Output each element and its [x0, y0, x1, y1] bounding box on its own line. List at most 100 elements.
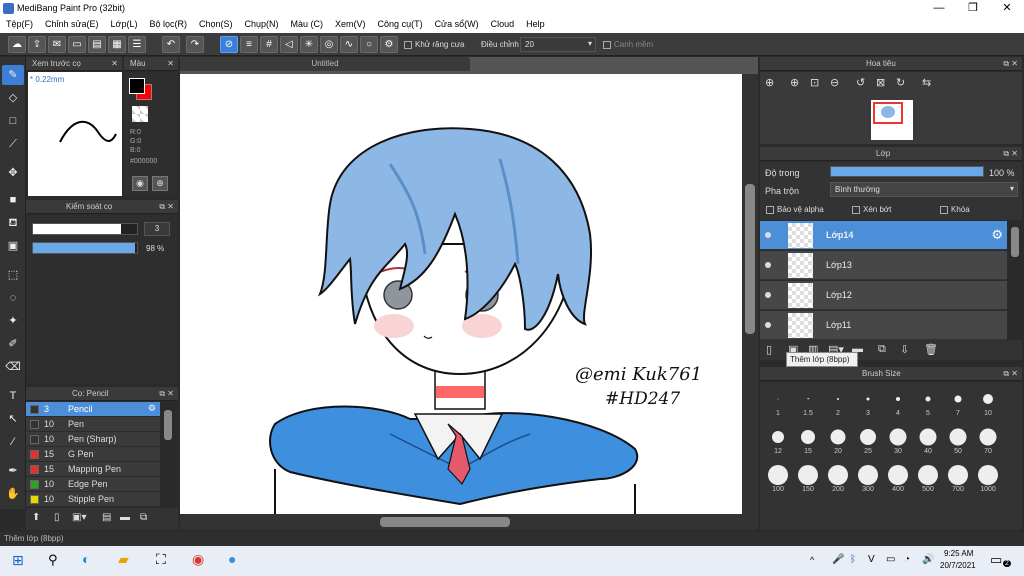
layer-item[interactable]: Lớp13: [760, 251, 1007, 280]
brush-size-cell[interactable]: 5: [913, 386, 943, 417]
menu-help[interactable]: Help: [520, 17, 551, 33]
layer-item[interactable]: Lớp12: [760, 281, 1007, 310]
network-icon[interactable]: ◔: [904, 554, 910, 565]
zoom-plus-icon[interactable]: ⊕: [790, 76, 799, 89]
magic-wand-tool-icon[interactable]: ✦: [2, 311, 24, 331]
brush-size-cell[interactable]: 50: [943, 424, 973, 455]
panel-close-icon[interactable]: ⧉ ✕: [1003, 57, 1018, 71]
layer-item[interactable]: Lớp11: [760, 311, 1007, 340]
brush-settings-icon[interactable]: ▤: [102, 512, 111, 523]
bucket-tool-icon[interactable]: ⛾: [2, 213, 24, 233]
close-button[interactable]: ✕: [990, 0, 1024, 17]
gear-icon[interactable]: ⚙: [148, 403, 156, 414]
visibility-eye-icon[interactable]: [765, 292, 771, 298]
vpn-icon[interactable]: V: [868, 554, 875, 565]
brush-menu-icon[interactable]: ▣▾: [72, 512, 86, 523]
color-picker-icon[interactable]: ⊕: [152, 176, 168, 191]
adjust-dropdown[interactable]: 20 ▾: [520, 37, 596, 52]
brush-size-value[interactable]: 3: [144, 222, 170, 236]
line-tool-icon[interactable]: ⟋: [2, 134, 24, 154]
canvas-h-scrollbar[interactable]: [180, 514, 758, 530]
upload-icon[interactable]: ⇪: [28, 36, 46, 53]
maximize-button[interactable]: ❐: [956, 0, 990, 17]
settings-gear-icon[interactable]: ⚙: [380, 36, 398, 53]
dropper-tool-icon[interactable]: ⁄: [2, 432, 24, 452]
document-icon[interactable]: ▤: [88, 36, 106, 53]
edge-browser-icon[interactable]: ◐: [82, 551, 90, 567]
ellipse-snap-icon[interactable]: ○: [360, 36, 378, 53]
brush-size-cell[interactable]: 1000: [973, 462, 1003, 493]
eraser-tool-icon[interactable]: ◇: [2, 88, 24, 108]
visibility-eye-icon[interactable]: [765, 262, 771, 268]
move-tool-icon[interactable]: ✥: [2, 163, 24, 183]
undo-icon[interactable]: ↶: [162, 36, 180, 53]
list-icon[interactable]: ☰: [128, 36, 146, 53]
hand-tool-icon[interactable]: ✋: [2, 484, 24, 504]
bluetooth-icon[interactable]: ᛒ: [850, 554, 856, 565]
menu-file[interactable]: Tệp(F): [0, 17, 39, 33]
shape-tool-icon[interactable]: □: [2, 111, 24, 131]
minimize-button[interactable]: —: [922, 0, 956, 17]
grid-icon[interactable]: ▦: [108, 36, 126, 53]
brush-size-cell[interactable]: 7: [943, 386, 973, 417]
menu-select[interactable]: Chọn(S): [193, 17, 239, 33]
scrollbar-thumb[interactable]: [164, 410, 172, 440]
brush-size-cell[interactable]: 3: [853, 386, 883, 417]
brush-list-item[interactable]: 15 Mapping Pen: [26, 462, 160, 477]
brush-size-cell[interactable]: 20: [823, 424, 853, 455]
navigator-thumbnail[interactable]: [871, 100, 913, 140]
snap-off-icon[interactable]: ⊘: [220, 36, 238, 53]
brush-size-cell[interactable]: 30: [883, 424, 913, 455]
add-brush-icon[interactable]: ⬆: [32, 512, 40, 523]
curve-snap-icon[interactable]: ∿: [340, 36, 358, 53]
rotate-right-icon[interactable]: ↻: [896, 76, 905, 89]
windows-start-icon[interactable]: ⊞: [12, 552, 24, 569]
layer-item[interactable]: Lớp14 ⚙: [760, 221, 1007, 250]
brush-list-item[interactable]: 10 Pen (Sharp): [26, 432, 160, 447]
scrollbar-thumb[interactable]: [1011, 227, 1019, 257]
trash-icon[interactable]: 🗑: [924, 343, 938, 356]
brush-list-scrollbar[interactable]: [161, 402, 175, 507]
eyedropper-tool-icon[interactable]: ✒: [2, 461, 24, 481]
select-rect-tool-icon[interactable]: ⬚: [2, 265, 24, 285]
gear-icon[interactable]: ⚙: [991, 227, 1003, 243]
brush-size-cell[interactable]: 1: [763, 386, 793, 417]
select-pen-tool-icon[interactable]: ✐: [2, 334, 24, 354]
tray-chevron-icon[interactable]: ^: [810, 555, 814, 565]
document-tab[interactable]: Untitled: [180, 57, 470, 71]
rotate-left-icon[interactable]: ↺: [856, 76, 865, 89]
menu-filter[interactable]: Bộ lọc(R): [143, 17, 193, 33]
menu-window[interactable]: Cửa sổ(W): [429, 17, 485, 33]
clipping-checkbox[interactable]: [852, 205, 860, 214]
foreground-color-swatch[interactable]: [129, 78, 145, 94]
flip-icon[interactable]: ⇆: [922, 76, 931, 89]
fit-window-icon[interactable]: ⊡: [810, 76, 819, 89]
cloud-icon[interactable]: ☁: [8, 36, 26, 53]
redo-icon[interactable]: ↷: [186, 36, 204, 53]
store-icon[interactable]: ⛶: [156, 551, 166, 568]
select-eraser-tool-icon[interactable]: ⌫: [2, 357, 24, 377]
panel-close-icon[interactable]: ⧉ ✕: [1003, 147, 1018, 161]
panel-close-icon[interactable]: ✕: [167, 57, 174, 71]
scrollbar-thumb[interactable]: [745, 184, 755, 334]
circle-snap-icon[interactable]: ◎: [320, 36, 338, 53]
volume-icon[interactable]: 🔊: [922, 554, 934, 565]
merge-layer-icon[interactable]: ⇩: [900, 343, 909, 356]
panel-close-icon[interactable]: ⧉ ✕: [159, 200, 174, 214]
duplicate-layer-icon[interactable]: ⧉: [878, 343, 886, 356]
brush-list-item[interactable]: 10 Edge Pen: [26, 477, 160, 492]
antialias-checkbox[interactable]: [404, 40, 412, 49]
parallel-snap-icon[interactable]: ≡: [240, 36, 258, 53]
brush-size-cell[interactable]: 200: [823, 462, 853, 493]
comment-icon[interactable]: ✉: [48, 36, 66, 53]
medibang-icon[interactable]: ●: [228, 551, 236, 567]
scrollbar-thumb[interactable]: [380, 517, 510, 527]
new-brush-icon[interactable]: ▯: [54, 512, 60, 523]
menu-view[interactable]: Xem(V): [329, 17, 372, 33]
perspective-snap-icon[interactable]: ◁: [280, 36, 298, 53]
file-explorer-icon[interactable]: ▰: [118, 551, 129, 568]
panel-close-icon[interactable]: ⧉ ✕: [159, 387, 174, 401]
brush-size-cell[interactable]: 10: [973, 386, 1003, 417]
blend-dropdown[interactable]: Bình thường ▾: [830, 182, 1018, 197]
brush-tool-icon[interactable]: ✎: [2, 65, 24, 85]
